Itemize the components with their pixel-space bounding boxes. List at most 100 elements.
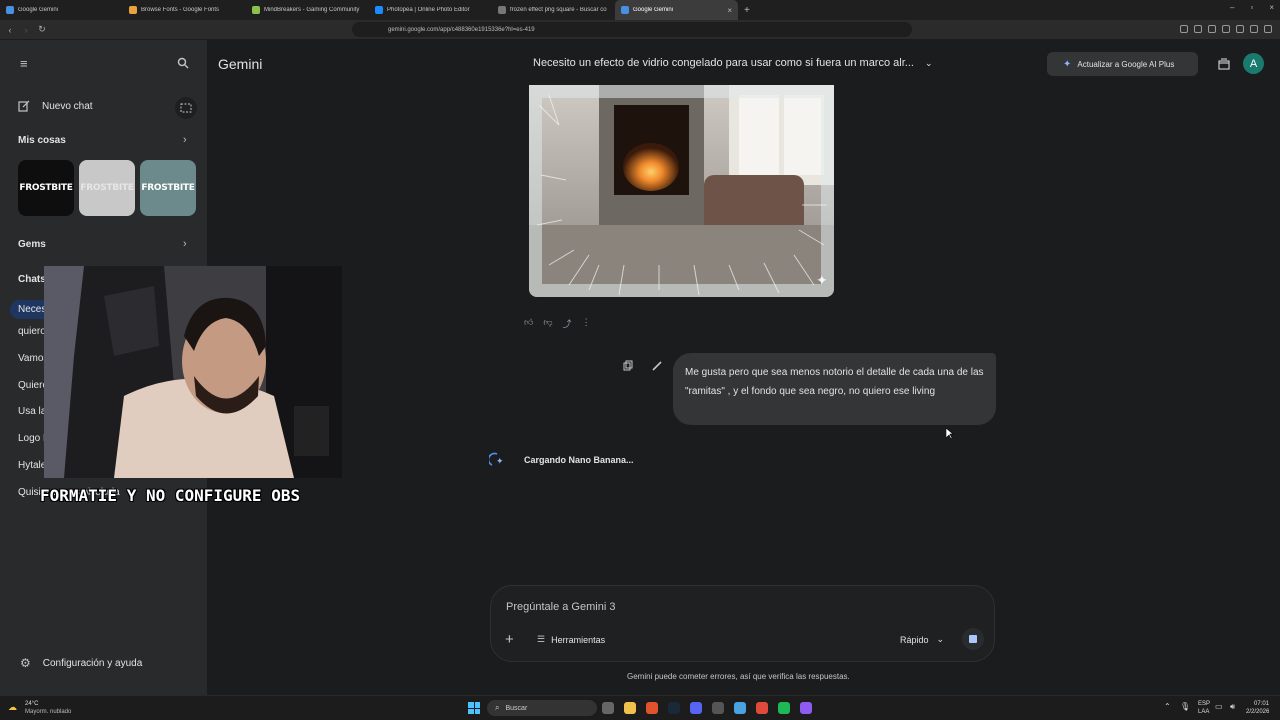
svg-text:✦: ✦ — [816, 273, 828, 289]
url-text[interactable]: gemini.google.com/app/c488360e1915336e?h… — [388, 27, 535, 33]
microphone-icon[interactable]: 🎙︎ — [1180, 702, 1190, 711]
edit-icon[interactable] — [652, 358, 662, 376]
my-stuff-thumbnail[interactable]: FROSTBITE — [140, 160, 196, 216]
tray-chevron-icon[interactable]: ⌃ — [1164, 702, 1171, 711]
new-chat-label: Nuevo chat — [42, 100, 93, 112]
share-icon[interactable] — [1218, 57, 1230, 75]
share-icon[interactable]: ⤴ — [563, 317, 572, 330]
extensions-icon[interactable] — [1194, 25, 1202, 33]
frozen-frame-illustration: ✦ — [529, 85, 834, 297]
app-icon[interactable] — [712, 702, 724, 714]
back-icon[interactable]: ‹ — [4, 25, 16, 35]
close-tab-icon[interactable]: × — [727, 6, 732, 15]
close-window-icon[interactable]: × — [1269, 3, 1274, 12]
weather-icon[interactable]: ☁ — [8, 702, 17, 713]
stream-caption: FORMATIE Y NO CONFIGURE OBS — [40, 486, 301, 505]
stop-button[interactable] — [962, 628, 984, 650]
file-explorer-icon[interactable] — [624, 702, 636, 714]
menu-icon[interactable] — [1264, 25, 1272, 33]
chats-heading: Chats — [18, 274, 46, 285]
chat-history-label: Hytale — [18, 460, 47, 471]
volume-icon[interactable]: 🔊︎ — [1230, 702, 1235, 712]
reload-icon[interactable]: ↻ — [36, 24, 48, 35]
user-message-bubble: Me gusta pero que sea menos notorio el d… — [673, 353, 996, 425]
more-vert-icon[interactable]: ⋮ — [582, 317, 591, 330]
temporary-chat-icon[interactable] — [175, 97, 197, 119]
chevron-right-icon[interactable]: › — [183, 238, 187, 250]
chat-history-label: Usa la — [18, 406, 47, 417]
taskbar-search[interactable]: ⌕ Buscar — [487, 700, 597, 716]
spotify-icon[interactable] — [778, 702, 790, 714]
tab-label: Browse Fonts - Google Fonts — [141, 7, 220, 13]
chats-heading-label: Chats — [18, 274, 46, 285]
tools-button[interactable]: ☰ Herramientas — [537, 634, 605, 645]
thumbs-up-icon[interactable]: 👍︎ — [524, 317, 533, 330]
forward-icon[interactable]: › — [20, 25, 32, 35]
thumbnail-label: FROSTBITE — [141, 183, 195, 193]
clock-date[interactable]: 2/2/2026 — [1246, 709, 1269, 715]
my-stuff-thumbnail[interactable]: FROSTBITE — [79, 160, 135, 216]
tab-label: Google Gemini — [633, 7, 674, 13]
language-bottom: LAA — [1198, 709, 1210, 715]
mode-selector[interactable]: Rápido ⌄ — [900, 634, 944, 645]
language-top[interactable]: ESP — [1198, 701, 1210, 707]
browser-tab[interactable]: MindBreakers - Gaming Community — [246, 0, 369, 20]
loading-status: Cargando Nano Banana... — [524, 455, 634, 465]
minimize-icon[interactable]: – — [1230, 3, 1234, 12]
prompt-input[interactable]: Pregúntale a Gemini 3 — [506, 601, 615, 613]
my-stuff-thumbnail[interactable]: FROSTBITE — [18, 160, 74, 216]
new-tab-icon[interactable]: + — [738, 5, 756, 16]
thumbs-down-icon[interactable]: 👎︎ — [543, 317, 552, 330]
my-stuff-link[interactable]: Mis cosas — [18, 135, 193, 146]
copy-icon[interactable] — [623, 358, 633, 376]
conversation-title[interactable]: Necesito un efecto de vidrio congelado p… — [533, 57, 933, 69]
tools-label: Herramientas — [551, 634, 606, 645]
my-stuff-label: Mis cosas — [18, 135, 66, 146]
window-controls: – ▫ × — [1230, 3, 1274, 12]
hamburger-menu-icon[interactable]: ≡ — [20, 56, 28, 71]
chat-history-item[interactable]: Usa la — [18, 406, 46, 417]
brave-browser-icon[interactable] — [646, 702, 658, 714]
prompt-composer: Pregúntale a Gemini 3 + ☰ Herramientas R… — [490, 585, 995, 662]
sidebar-icon[interactable] — [1208, 25, 1216, 33]
restore-icon[interactable]: ▫ — [1250, 3, 1253, 12]
webcam-overlay — [44, 266, 342, 478]
thumbnail-label: FROSTBITE — [19, 183, 73, 193]
main-panel: Gemini Necesito un efecto de vidrio cong… — [207, 40, 1280, 695]
browser-tab[interactable]: Photopea | Online Photo Editor — [369, 0, 492, 20]
wallet-icon[interactable] — [1222, 25, 1230, 33]
chat-history-item[interactable]: quiero — [18, 326, 46, 337]
tab-favicon-icon — [129, 6, 137, 14]
windows-start-icon[interactable] — [468, 702, 480, 714]
chat-history-item[interactable]: Hytale — [18, 460, 46, 471]
browser-tab[interactable]: Google Gemini — [0, 0, 123, 20]
settings-button[interactable]: ⚙ Configuración y ayuda — [20, 656, 142, 670]
tab-favicon-icon — [621, 6, 629, 14]
app-grid-icon[interactable] — [800, 702, 812, 714]
task-view-icon[interactable] — [602, 702, 614, 714]
notepad-icon[interactable] — [734, 702, 746, 714]
download-icon[interactable] — [1180, 25, 1188, 33]
upgrade-button[interactable]: ✦ Actualizar a Google AI Plus — [1047, 52, 1198, 76]
generated-image[interactable]: ✦ — [529, 85, 834, 297]
url-input[interactable]: gemini.google.com/app/c488360e1915336e?h… — [352, 22, 912, 37]
vpn-icon[interactable] — [1236, 25, 1244, 33]
avatar[interactable]: A — [1243, 53, 1264, 74]
discord-icon[interactable] — [690, 702, 702, 714]
steam-icon[interactable] — [668, 702, 680, 714]
network-icon[interactable]: ▭ — [1215, 702, 1223, 711]
add-icon[interactable]: + — [505, 631, 514, 648]
chrome-icon[interactable] — [756, 702, 768, 714]
browser-tab-bar: Google Gemini Browse Fonts - Google Fonts… — [0, 0, 1280, 20]
new-chat-button[interactable]: Nuevo chat — [18, 98, 178, 114]
gems-link[interactable]: Gems — [18, 239, 46, 250]
browser-tab[interactable]: frozen effect png square - Buscar co — [492, 0, 615, 20]
gemini-spinner-icon: ✦ — [487, 452, 505, 473]
shield-icon[interactable] — [1250, 25, 1258, 33]
chevron-right-icon[interactable]: › — [183, 134, 187, 146]
clock-time[interactable]: 07:01 — [1254, 701, 1269, 707]
search-icon[interactable] — [177, 56, 189, 74]
browser-tab[interactable]: Google Gemini × — [615, 0, 738, 20]
browser-tab[interactable]: Browse Fonts - Google Fonts — [123, 0, 246, 20]
tab-label: frozen effect png square - Buscar co — [510, 7, 607, 13]
